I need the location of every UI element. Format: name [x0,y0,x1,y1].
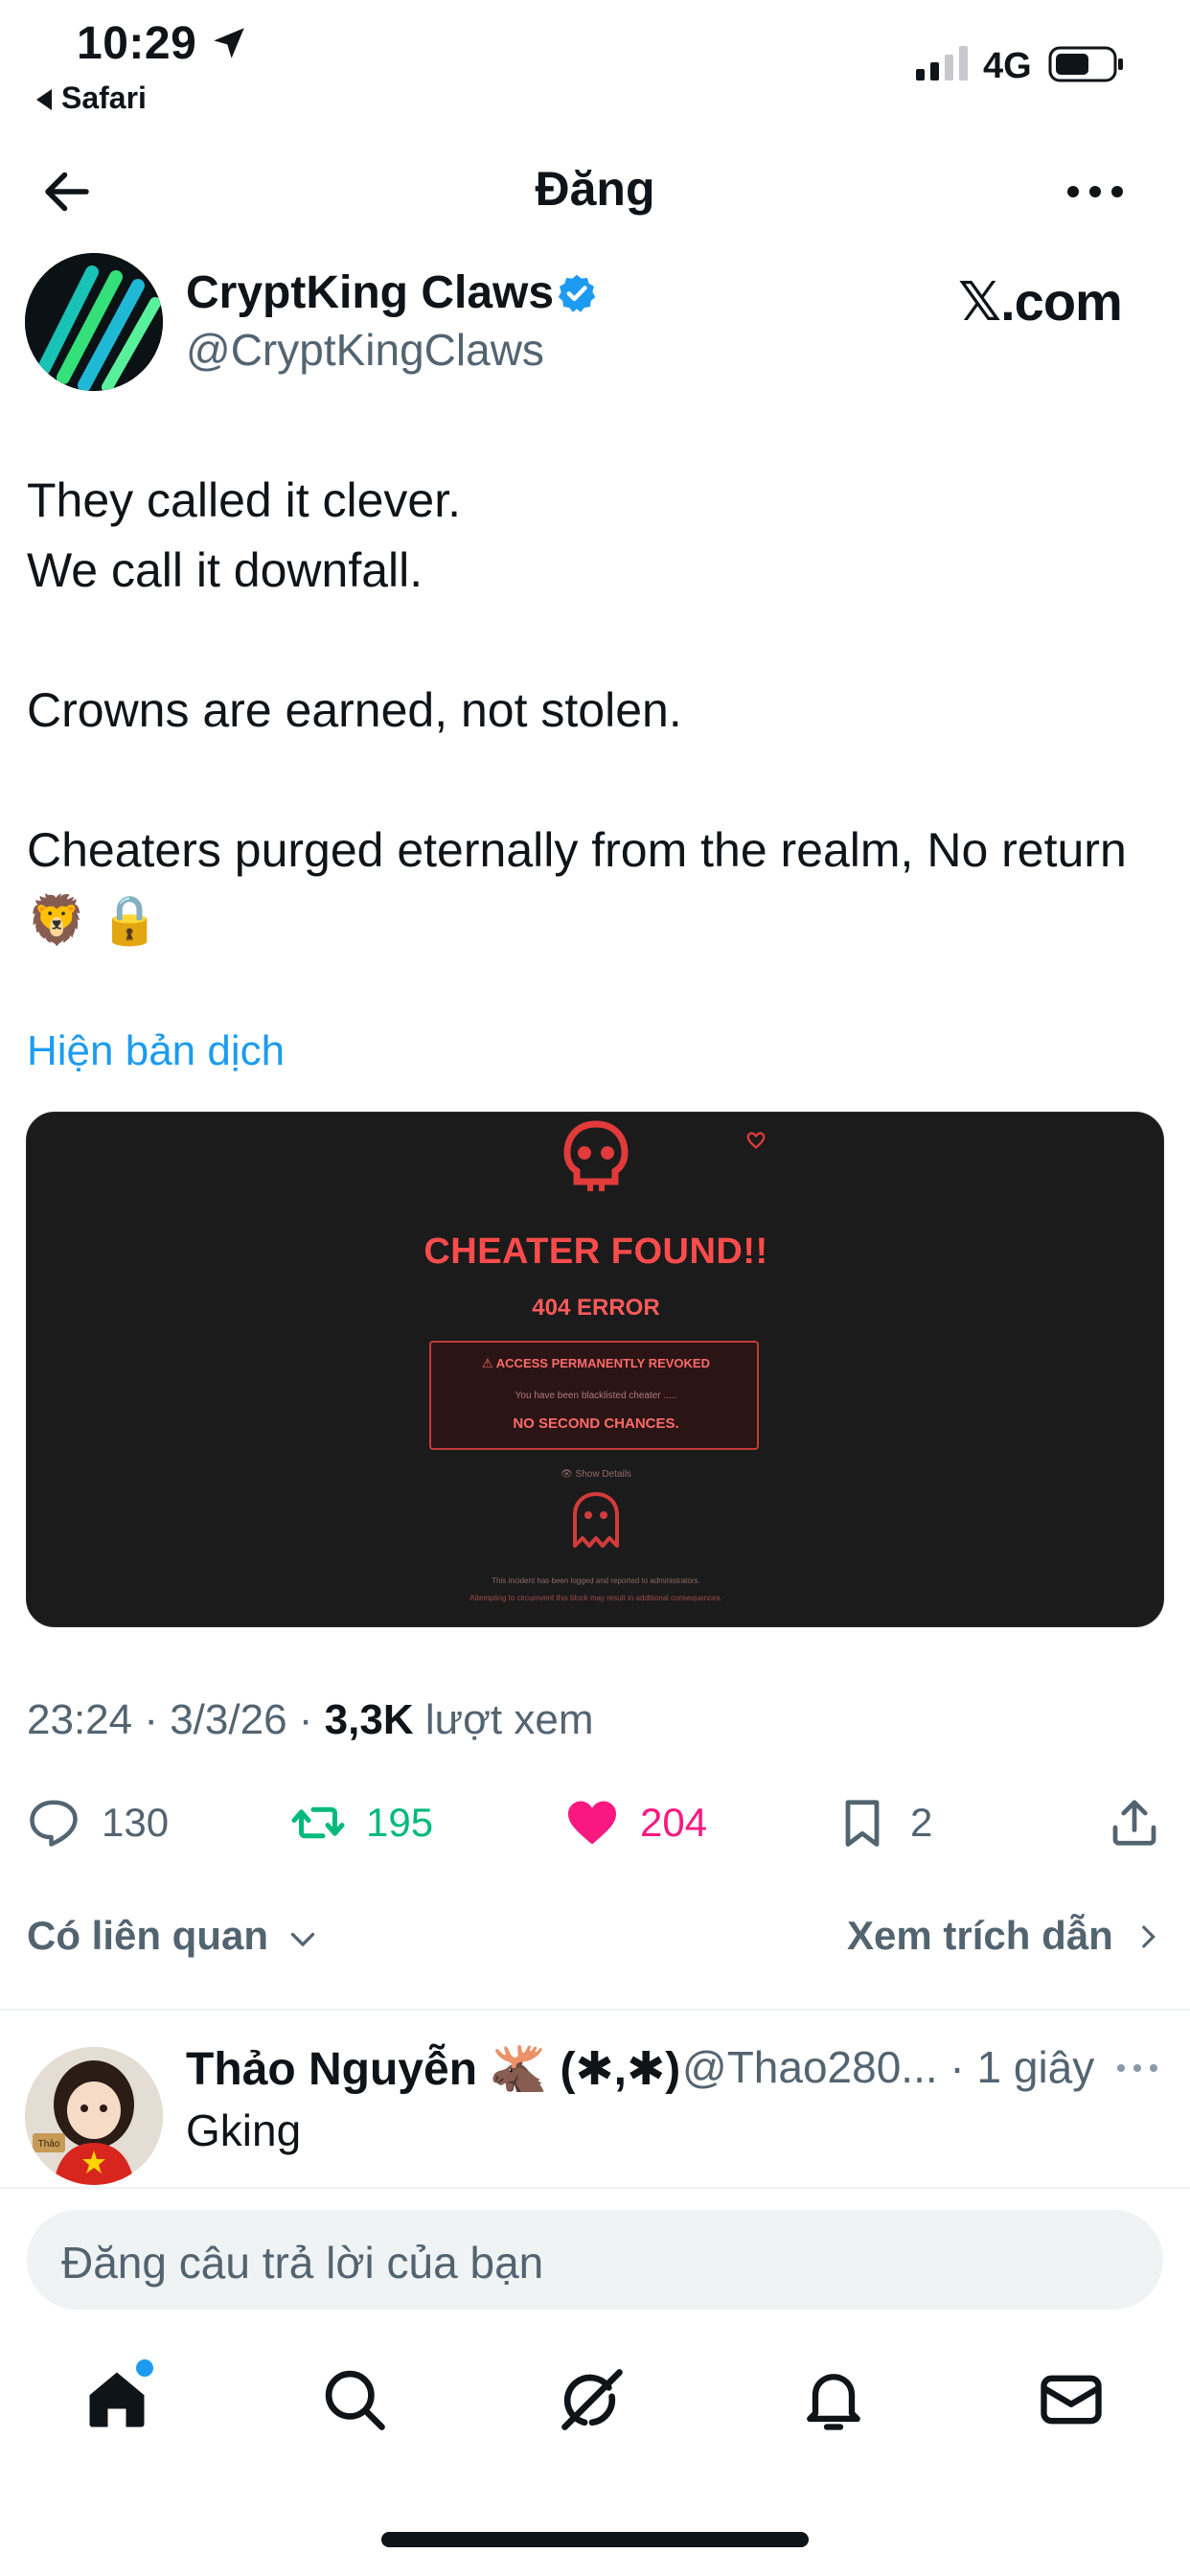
reply-count: 130 [102,1800,170,1845]
reply-avatar[interactable]: Thảo [25,2047,163,2185]
share-button[interactable] [1106,1784,1163,1861]
new-posts-dot [136,2359,153,2377]
repost-count: 195 [366,1800,434,1845]
heart-icon [568,1801,616,1845]
ghost-icon [573,1492,619,1548]
media-footnote: This incident has been logged and report… [492,1576,700,1585]
heart-outline-icon [746,1132,766,1149]
chevron-right-icon [1142,1925,1156,1948]
tweet-line: Cheaters purged eternally from the realm… [27,823,1127,947]
tab-notifications[interactable] [797,2363,870,2436]
network-type: 4G [983,46,1032,86]
like-count: 204 [640,1800,708,1845]
revoked-notice-box: ⚠ ACCESS PERMANENTLY REVOKED You have be… [429,1341,759,1450]
tweet-line: Crowns are earned, not stolen. [27,683,682,737]
grok-icon [561,2369,623,2430]
back-triangle-icon [36,89,52,110]
reply-more-icon[interactable] [1113,2049,1161,2087]
repost-icon [291,1806,345,1839]
related-label: Có liên quan [27,1913,268,1958]
reply-author-name[interactable]: Thảo Nguyễn 🫎 (✱,✱) [186,2041,680,2096]
tab-search[interactable] [318,2363,391,2436]
revoked-heading: ⚠ ACCESS PERMANENTLY REVOKED [482,1356,710,1370]
reply-input[interactable]: Đăng câu trả lời của bạn [27,2210,1163,2310]
tweet-meta: 23:24 · 3/3/26 · 3,3K lượt xem [27,1696,594,1744]
reply-handle-time[interactable]: @Thao280... · 1 giây [682,2041,1094,2093]
more-icon[interactable] [1062,165,1129,218]
bell-icon [807,2374,860,2430]
author-avatar[interactable] [25,253,163,391]
tweet-line: We call it downfall. [27,543,423,597]
repost-button[interactable]: 195 [289,1784,433,1861]
divider [0,2187,1190,2189]
reply-input-placeholder: Đăng câu trả lời của bạn [61,2238,544,2288]
show-translation-link[interactable]: Hiện bản dịch [27,1027,285,1075]
reply-button[interactable]: 130 [25,1784,169,1861]
author-handle[interactable]: @CryptKingClaws [186,324,544,376]
tab-bar [0,2358,1190,2453]
avatar-sign-text: Thảo [38,2139,60,2150]
tweet-timestamp: 23:24 · 3/3/26 · [27,1696,325,1743]
revoked-subtext: You have been blacklisted cheater ..... [515,1391,677,1401]
signal-icon [916,46,968,80]
back-app-label: Safari [61,80,147,115]
views-count: 3,3K [324,1696,414,1743]
tweet-text: They called it clever. We call it downfa… [27,466,1157,955]
skull-icon [563,1120,629,1191]
status-time: 10:29 [77,18,197,69]
author-name[interactable]: CryptKing Claws [186,266,554,319]
related-dropdown[interactable]: Có liên quan [27,1913,320,1959]
page-title: Đăng [535,162,655,216]
like-button[interactable]: 204 [563,1784,707,1861]
bookmark-icon [845,1800,880,1847]
source-label: 𝕏.com [958,271,1123,332]
divider [0,2009,1190,2011]
status-bar: 10:29 Safari 4G [0,0,1190,125]
tweet-line: They called it clever. [27,473,461,527]
claw-avatar-image [25,253,163,391]
tab-messages[interactable] [1035,2363,1108,2436]
nav-header: Đăng [0,144,1190,240]
verified-icon [558,274,596,312]
view-quotes-link[interactable]: Xem trích dẫn [847,1913,1162,1959]
bookmark-count: 2 [910,1800,933,1845]
views-label: lượt xem [413,1696,594,1743]
share-icon [1112,1800,1156,1846]
tab-grok[interactable] [556,2363,629,2436]
chevron-down-icon [290,1932,314,1947]
error-code: 404 ERROR [532,1295,660,1321]
view-quotes-label: Xem trích dẫn [847,1913,1113,1958]
home-indicator [381,2532,809,2547]
battery-icon [1048,46,1123,82]
reply-avatar-image: Thảo [25,2047,163,2185]
media-footnote-warning: Attempting to circumvent this block may … [469,1594,722,1602]
cheater-found-title: CHEATER FOUND!! [423,1231,768,1272]
search-icon [325,2370,385,2430]
mail-icon [1041,2375,1102,2425]
reply-text: Gking [186,2105,302,2155]
no-second-chances: NO SECOND CHANCES. [513,1415,679,1432]
back-to-app-link[interactable]: Safari [36,80,147,116]
location-arrow-icon [214,28,244,58]
tweet-media-image[interactable]: CHEATER FOUND!! 404 ERROR ⚠ ACCESS PERMA… [26,1112,1164,1627]
show-details-label: 👁 Show Details [561,1469,631,1480]
bookmark-button[interactable]: 2 [834,1784,932,1861]
tweet-actions: 130 195 204 2 [0,1784,1190,1861]
reply-icon [30,1800,78,1847]
